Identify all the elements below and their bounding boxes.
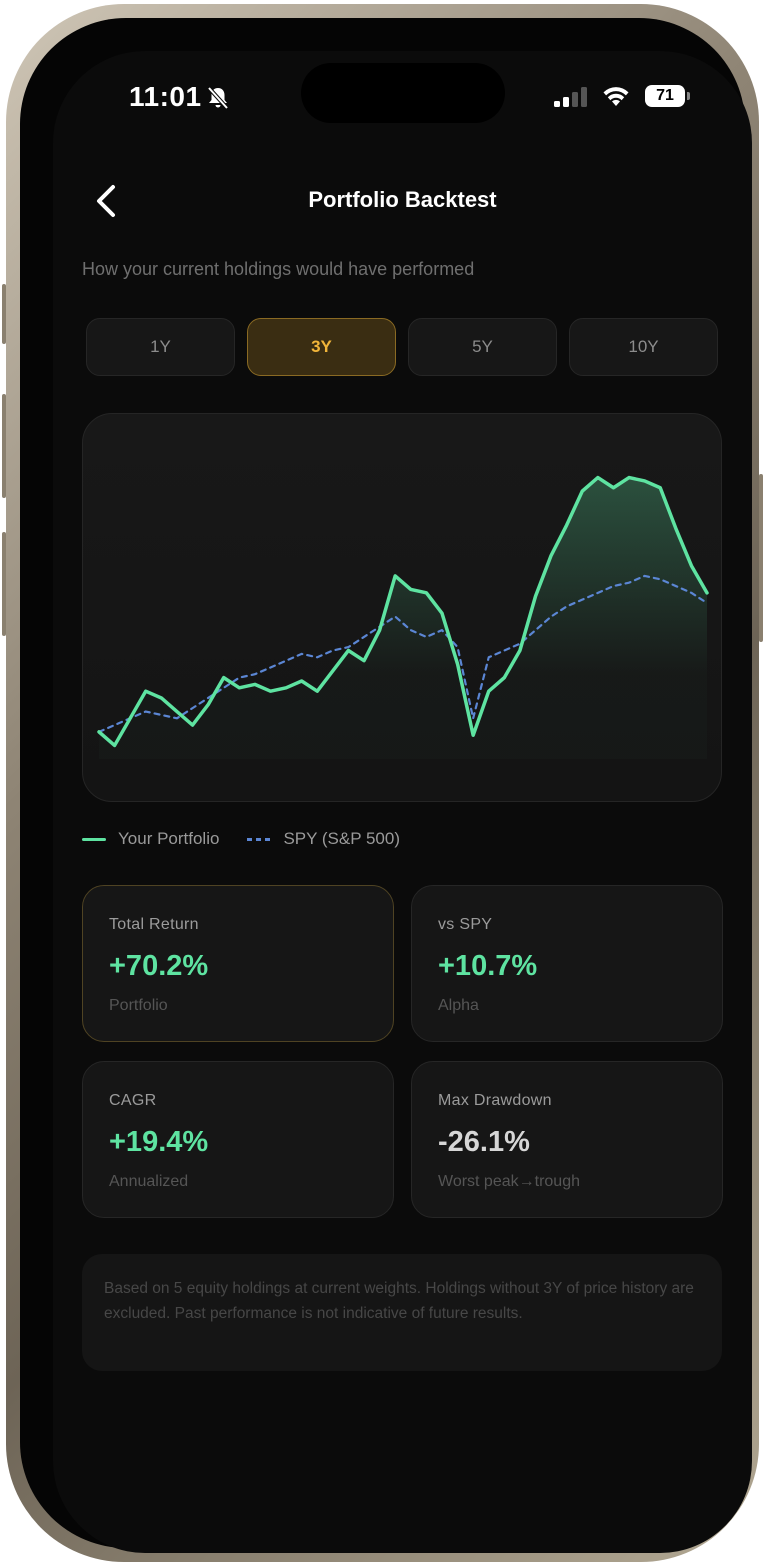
tab-5y[interactable]: 5Y (408, 318, 557, 376)
stat-card-vs-spy: vs SPY +10.7% Alpha (411, 885, 723, 1042)
stat-value: -26.1% (438, 1126, 530, 1158)
status-time: 11:01 (129, 81, 202, 112)
stat-label: Total Return (109, 916, 199, 933)
wifi-icon (603, 87, 629, 106)
cellular-signal-icon (554, 87, 587, 107)
period-selector: 1Y 3Y 5Y 10Y (86, 318, 718, 378)
volume-down-button (2, 532, 6, 636)
stat-value: +70.2% (109, 950, 209, 982)
chart-legend: Your Portfolio SPY (S&P 500) (82, 827, 428, 851)
portfolio-area-fill (99, 477, 707, 759)
stat-label: vs SPY (438, 916, 493, 933)
volume-up-button (2, 394, 6, 498)
stat-card-total-return: Total Return +70.2% Portfolio (82, 885, 394, 1042)
tab-1y[interactable]: 1Y (86, 318, 235, 376)
silent-bell-icon (207, 86, 229, 110)
legend-label-portfolio: Your Portfolio (118, 829, 220, 848)
stat-card-max-drawdown: Max Drawdown -26.1% Worst peak→trough (411, 1061, 723, 1218)
stat-sublabel: Annualized (109, 1173, 189, 1190)
tab-3y[interactable]: 3Y (247, 318, 396, 376)
phone-frame: 11:01 71 Portfolio Backtest How your cur… (2, 4, 763, 1562)
legend-swatch-portfolio (82, 837, 106, 841)
page-subtitle: How your current holdings would have per… (82, 259, 475, 279)
dynamic-island (301, 63, 505, 123)
disclaimer-text: Based on 5 equity holdings at current we… (82, 1254, 722, 1371)
legend-label-benchmark: SPY (S&P 500) (283, 829, 400, 848)
action-button (2, 284, 6, 344)
backtest-chart-card (82, 413, 722, 802)
stat-value: +19.4% (109, 1126, 209, 1158)
stat-sublabel: Worst peak→trough (438, 1173, 580, 1190)
stat-sublabel: Alpha (438, 997, 479, 1014)
battery-nub (687, 92, 690, 100)
stat-label: CAGR (109, 1092, 157, 1109)
legend-swatch-benchmark (247, 837, 272, 841)
power-button (759, 474, 763, 642)
stat-label: Max Drawdown (438, 1092, 552, 1109)
battery-indicator: 71 (645, 85, 685, 107)
page-title: Portfolio Backtest (308, 187, 497, 212)
legend-item-portfolio: Your Portfolio (82, 829, 219, 849)
legend-item-benchmark: SPY (S&P 500) (247, 829, 400, 849)
stat-card-cagr: CAGR +19.4% Annualized (82, 1061, 394, 1218)
backtest-line-chart (97, 475, 709, 759)
phone-bezel: 11:01 71 Portfolio Backtest How your cur… (20, 18, 752, 1553)
stat-value: +10.7% (438, 950, 538, 982)
app-screen: 11:01 71 Portfolio Backtest How your cur… (53, 51, 752, 1553)
stat-sublabel: Portfolio (109, 997, 168, 1014)
tab-10y[interactable]: 10Y (569, 318, 718, 376)
